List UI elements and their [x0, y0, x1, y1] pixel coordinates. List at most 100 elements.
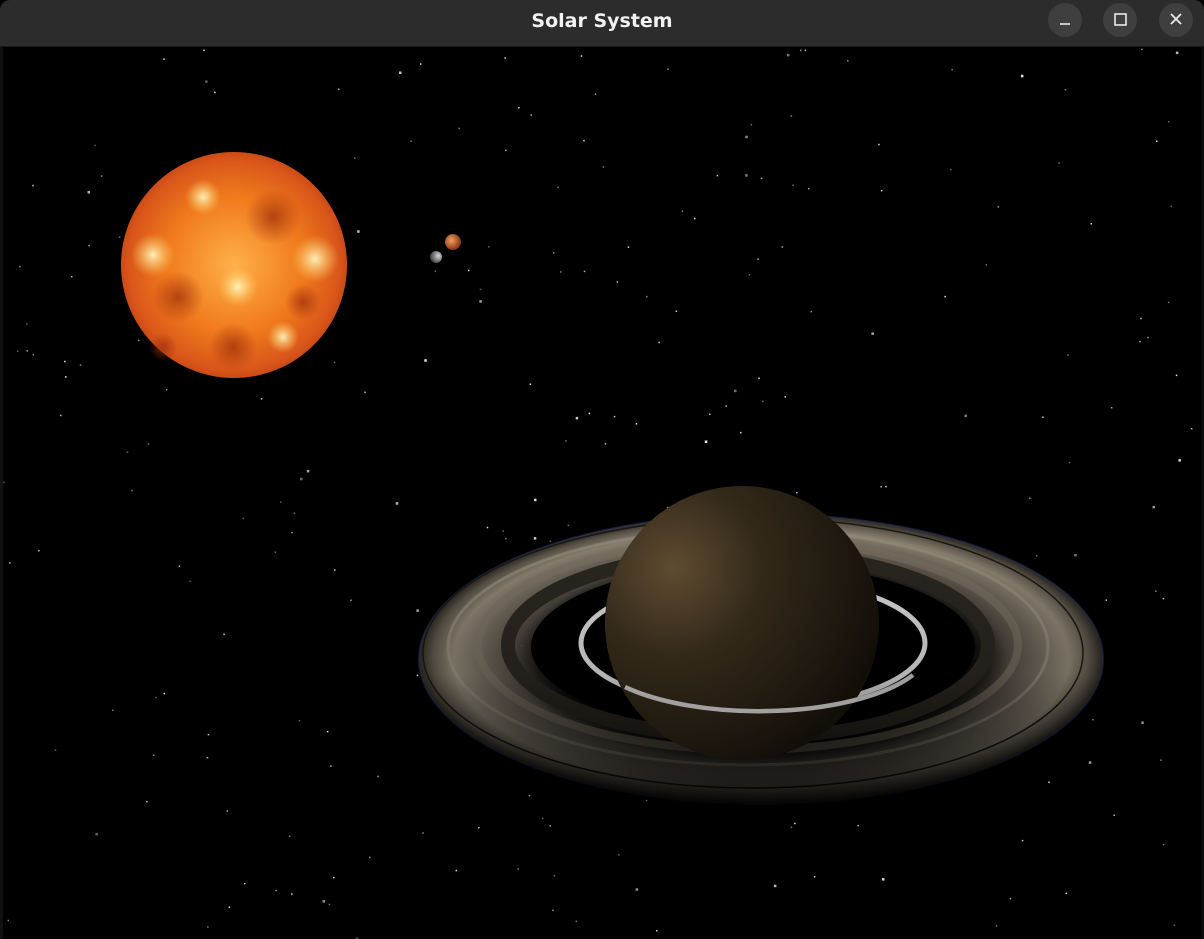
star [565, 440, 567, 442]
star [166, 389, 168, 391]
star [32, 353, 35, 356]
star [808, 187, 810, 190]
star [518, 106, 520, 109]
star [790, 826, 793, 829]
star [214, 91, 216, 94]
minimize-button[interactable] [1048, 3, 1082, 37]
star [88, 244, 90, 247]
star [1178, 459, 1181, 462]
mars[interactable] [445, 234, 461, 250]
star [288, 835, 291, 838]
star [557, 186, 559, 189]
star [745, 135, 748, 139]
star [65, 376, 67, 378]
star [38, 549, 40, 552]
sun[interactable] [121, 152, 347, 378]
star [745, 174, 748, 177]
star [505, 537, 507, 540]
star [504, 57, 506, 59]
star [575, 416, 579, 420]
star [1029, 497, 1031, 499]
star [155, 696, 157, 699]
star [613, 415, 616, 418]
star [878, 143, 880, 146]
star [760, 177, 763, 180]
star [334, 569, 336, 571]
star [152, 754, 155, 756]
close-button[interactable] [1159, 3, 1193, 37]
star [1162, 844, 1165, 846]
star [422, 832, 424, 834]
star [274, 551, 277, 553]
star [178, 565, 181, 567]
star [416, 674, 419, 677]
star [635, 423, 638, 425]
star [377, 775, 379, 778]
star [79, 364, 82, 366]
star [781, 246, 784, 248]
star [533, 537, 537, 540]
star [529, 383, 532, 385]
star [748, 274, 751, 276]
star [244, 882, 246, 885]
star [1020, 74, 1024, 78]
star [588, 412, 591, 415]
maximize-button[interactable] [1103, 3, 1137, 37]
star [542, 817, 544, 820]
star [189, 580, 191, 583]
star [399, 71, 402, 74]
star [792, 184, 794, 186]
star [1065, 892, 1067, 895]
star [95, 832, 98, 836]
star [740, 431, 742, 434]
star [950, 168, 952, 171]
star [552, 252, 555, 254]
star [1152, 505, 1155, 509]
star [207, 733, 210, 736]
minimize-icon [1060, 23, 1070, 25]
star [54, 749, 57, 751]
star [787, 53, 790, 57]
star [799, 49, 802, 52]
star [882, 878, 885, 881]
star [810, 310, 812, 313]
star [1064, 89, 1067, 91]
star [223, 633, 225, 635]
star [1162, 597, 1165, 600]
star [488, 246, 490, 248]
star [553, 875, 556, 877]
star [291, 893, 293, 895]
star [594, 93, 597, 95]
star [583, 139, 585, 142]
star [395, 502, 399, 505]
star [424, 359, 427, 362]
star [804, 49, 807, 52]
star [468, 269, 470, 272]
star [94, 144, 96, 147]
star [60, 414, 62, 417]
star [681, 210, 684, 212]
star [675, 310, 678, 312]
star [87, 191, 90, 194]
star [784, 396, 786, 398]
star [326, 730, 329, 733]
star [667, 68, 669, 70]
moon[interactable] [430, 251, 442, 263]
star [658, 341, 660, 344]
scene-viewport[interactable] [3, 47, 1201, 939]
star [455, 869, 458, 872]
star [716, 174, 719, 177]
star [1074, 554, 1077, 557]
title-bar[interactable]: Solar System [0, 0, 1204, 47]
star [995, 925, 998, 927]
star [203, 49, 205, 52]
star [291, 531, 293, 534]
star [758, 377, 760, 380]
star [1113, 814, 1115, 816]
star [479, 288, 482, 291]
star [1175, 374, 1178, 377]
star [1160, 759, 1162, 761]
star [138, 339, 140, 342]
app-window: Solar System [0, 0, 1204, 939]
star [528, 794, 531, 797]
